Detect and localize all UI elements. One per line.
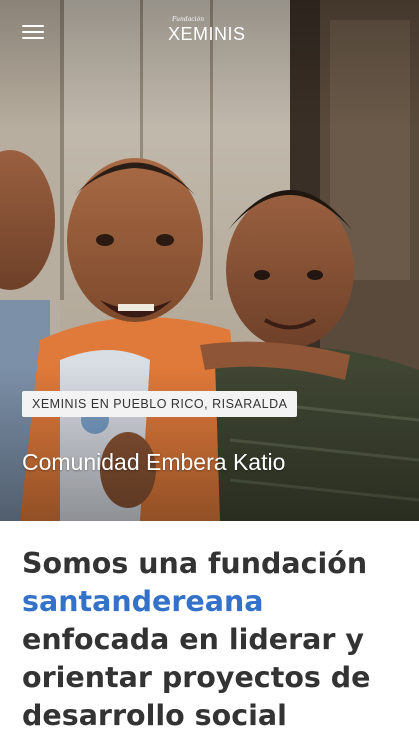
menu-line xyxy=(22,25,44,27)
hero-photo xyxy=(0,0,419,521)
hero-title: Comunidad Embera Katio xyxy=(22,449,286,475)
intro-text-part1: Somos una fundación xyxy=(22,547,368,580)
menu-line xyxy=(22,37,44,39)
intro-text-part2: enfocada en liderar y orientar proyectos… xyxy=(22,623,371,732)
xeminis-logo[interactable]: Fundación XEMINIS xyxy=(168,16,258,50)
hero-banner: Fundación XEMINIS XEMINIS EN PUEBLO RICO… xyxy=(0,0,419,521)
logo-wordmark: XEMINIS xyxy=(168,24,246,44)
logo-subtitle: Fundación xyxy=(172,16,205,23)
top-bar: Fundación XEMINIS xyxy=(0,0,419,70)
location-tag: XEMINIS EN PUEBLO RICO, RISARALDA xyxy=(22,391,298,417)
intro-highlight: santandereana xyxy=(22,585,264,618)
menu-line xyxy=(22,31,44,33)
hamburger-menu-icon[interactable] xyxy=(22,22,48,44)
intro-heading: Somos una fundación santandereana enfoca… xyxy=(22,545,402,735)
